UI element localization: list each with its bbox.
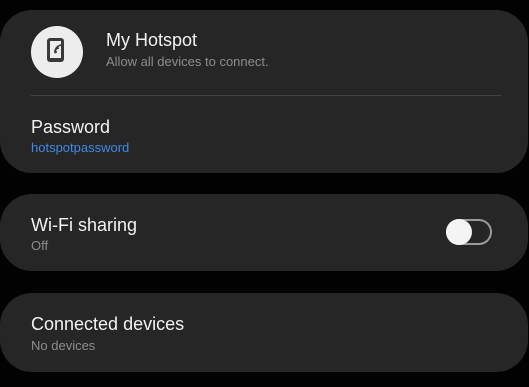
connected-devices-card: Connected devices No devices [0, 293, 528, 372]
wifi-sharing-card: Wi-Fi sharing Off [0, 194, 528, 271]
wifi-sharing-status: Off [31, 238, 49, 253]
connected-devices-row[interactable]: Connected devices No devices [0, 293, 528, 372]
toggle-knob [446, 219, 472, 245]
password-row[interactable]: Password hotspotpassword [0, 96, 528, 173]
hotspot-card: My Hotspot Allow all devices to connect.… [0, 10, 528, 173]
hotspot-avatar [31, 26, 83, 78]
connected-devices-label: Connected devices [31, 314, 185, 334]
hotspot-icon [42, 35, 72, 70]
wifi-sharing-row[interactable]: Wi-Fi sharing Off [0, 194, 528, 271]
hotspot-row[interactable]: My Hotspot Allow all devices to connect. [0, 10, 528, 96]
hotspot-subtitle: Allow all devices to connect. [106, 54, 269, 69]
wifi-sharing-toggle[interactable] [446, 219, 492, 245]
password-label: Password [31, 117, 111, 137]
password-value: hotspotpassword [31, 140, 130, 155]
hotspot-title: My Hotspot [106, 30, 198, 50]
connected-devices-status: No devices [31, 338, 96, 353]
wifi-sharing-label: Wi-Fi sharing [31, 215, 138, 235]
